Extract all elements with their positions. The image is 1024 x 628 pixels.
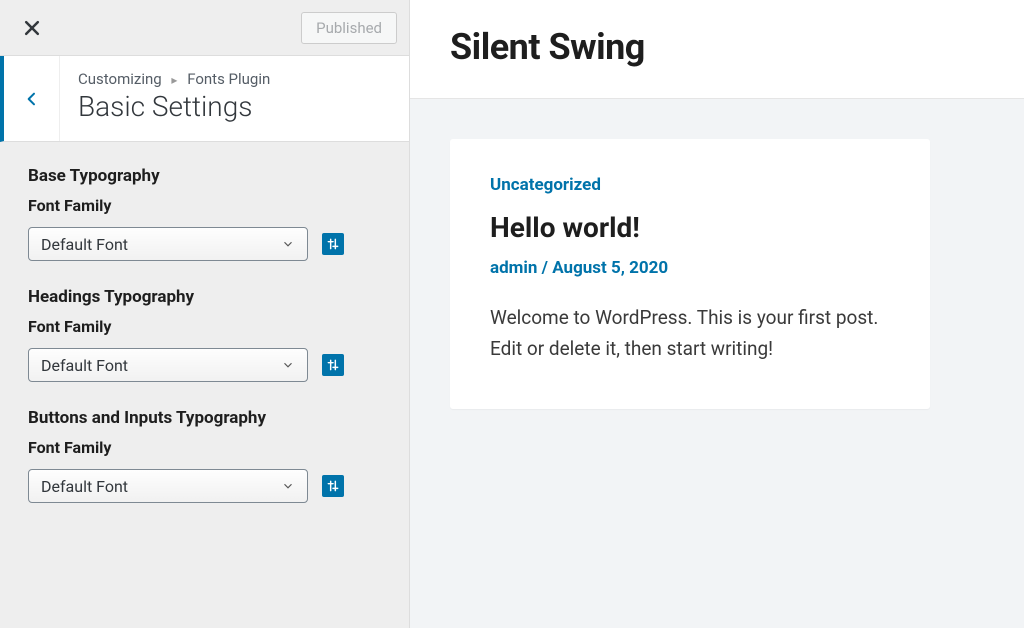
preview-pane: Silent Swing Uncategorized Hello world! … — [410, 0, 1024, 628]
select-value: Default Font — [41, 235, 128, 254]
post-date: August 5, 2020 — [552, 258, 668, 278]
typography-options-button[interactable] — [322, 233, 344, 255]
settings-body: Base Typography Font Family Default Font… — [0, 142, 409, 549]
section-heading-buttons: Buttons and Inputs Typography — [28, 408, 381, 428]
close-button[interactable] — [12, 8, 52, 48]
base-font-select[interactable]: Default Font — [28, 227, 308, 261]
panel-title: Basic Settings — [78, 90, 270, 123]
chevron-down-icon — [277, 354, 299, 376]
preview-body: Uncategorized Hello world! admin / Augus… — [410, 99, 1024, 628]
select-value: Default Font — [41, 356, 128, 375]
section-heading-base: Base Typography — [28, 166, 381, 186]
font-select-row: Default Font — [28, 469, 381, 503]
field-label: Font Family — [28, 438, 381, 457]
breadcrumb-path: Customizing ▸ Fonts Plugin — [78, 70, 270, 88]
meta-separator: / — [542, 258, 553, 278]
font-select-row: Default Font — [28, 227, 381, 261]
post-meta: admin / August 5, 2020 — [490, 258, 890, 278]
section-heading-headings: Headings Typography — [28, 287, 381, 307]
chevron-down-icon — [277, 233, 299, 255]
sliders-icon — [326, 358, 340, 372]
field-label: Font Family — [28, 317, 381, 336]
post-card: Uncategorized Hello world! admin / Augus… — [450, 139, 930, 409]
font-select-row: Default Font — [28, 348, 381, 382]
publish-status-button[interactable]: Published — [301, 12, 397, 44]
breadcrumb-bar: Customizing ▸ Fonts Plugin Basic Setting… — [0, 56, 409, 142]
typography-options-button[interactable] — [322, 354, 344, 376]
site-header: Silent Swing — [410, 0, 1024, 99]
post-category-link[interactable]: Uncategorized — [490, 175, 890, 195]
typography-options-button[interactable] — [322, 475, 344, 497]
breadcrumb-level-1: Customizing — [78, 70, 162, 88]
chevron-left-icon — [24, 91, 40, 107]
back-button[interactable] — [4, 56, 60, 141]
chevron-down-icon — [277, 475, 299, 497]
post-author-link[interactable]: admin — [490, 258, 537, 278]
post-excerpt: Welcome to WordPress. This is your first… — [490, 302, 890, 365]
sliders-icon — [326, 479, 340, 493]
field-label: Font Family — [28, 196, 381, 215]
customizer-topbar: Published — [0, 0, 409, 56]
breadcrumb-level-2: Fonts Plugin — [187, 70, 270, 88]
sliders-icon — [326, 237, 340, 251]
select-value: Default Font — [41, 477, 128, 496]
headings-font-select[interactable]: Default Font — [28, 348, 308, 382]
post-title-link[interactable]: Hello world! — [490, 211, 890, 244]
site-title[interactable]: Silent Swing — [450, 26, 984, 68]
breadcrumb-body: Customizing ▸ Fonts Plugin Basic Setting… — [60, 56, 288, 141]
breadcrumb-separator: ▸ — [171, 73, 177, 87]
customizer-sidebar: Published Customizing ▸ Fonts Plugin Bas… — [0, 0, 410, 628]
buttons-font-select[interactable]: Default Font — [28, 469, 308, 503]
close-icon — [22, 18, 42, 38]
